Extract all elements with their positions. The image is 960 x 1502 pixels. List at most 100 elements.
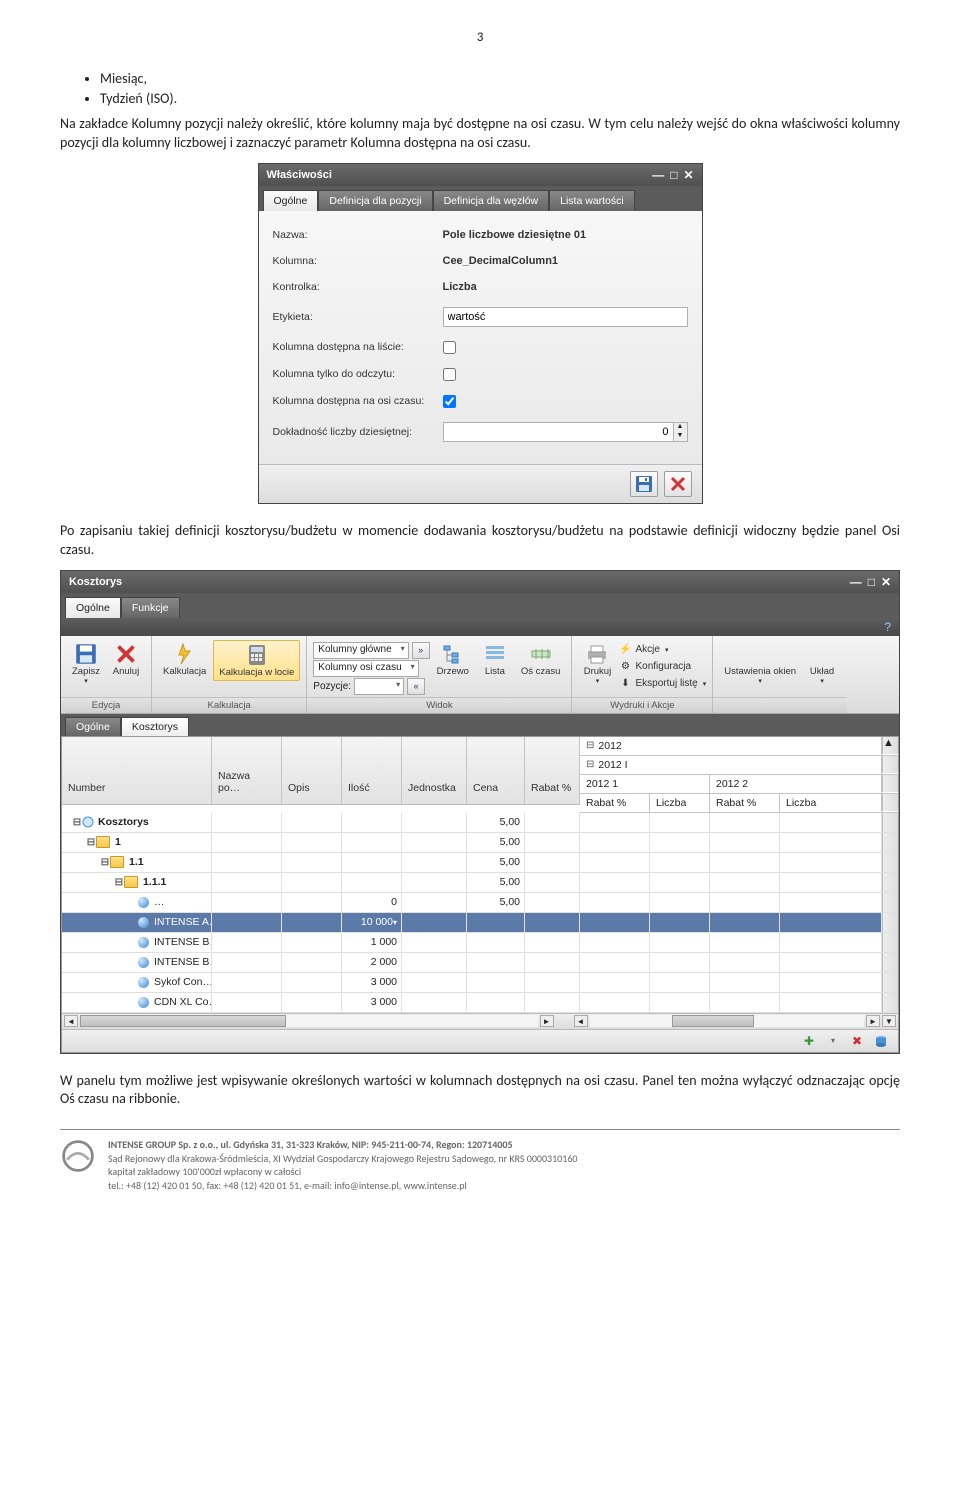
footer-line-1: INTENSE GROUP Sp. z o.o., ul. Gdyńska 31… xyxy=(108,1138,577,1152)
collapse-left-button[interactable]: « xyxy=(407,678,425,695)
subtab-ogolne[interactable]: Ogólne xyxy=(65,717,121,736)
col-r-liczba-1[interactable]: Liczba xyxy=(650,794,710,812)
checkbox-dost-osi[interactable] xyxy=(443,395,456,408)
spin-up-icon[interactable]: ▲ xyxy=(674,423,687,432)
label-dost-lista: Kolumna dostępna na liście: xyxy=(273,341,443,353)
footer-line-3: kapitał zakładowy 100'000zł wpłacony w c… xyxy=(108,1165,577,1179)
checkbox-tylko-odczyt[interactable] xyxy=(443,368,456,381)
drukuj-button[interactable]: Drukuj ▾ xyxy=(578,640,616,688)
list-icon xyxy=(484,643,506,665)
tab-definicja-wezlow[interactable]: Definicja dla węzłów xyxy=(433,190,550,211)
lista-button[interactable]: Lista xyxy=(476,640,514,679)
col-rabat[interactable]: Rabat % xyxy=(525,737,580,804)
scroll-down-icon[interactable]: ▼ xyxy=(882,1015,896,1027)
pozycje-combo[interactable] xyxy=(354,678,404,695)
cancel-button[interactable] xyxy=(664,471,692,497)
window-title: Kosztorys xyxy=(69,576,122,588)
maximize-icon[interactable]: □ xyxy=(670,168,677,182)
tab-ogolne[interactable]: Ogólne xyxy=(263,190,319,211)
gear-icon: ⚙ xyxy=(618,660,632,674)
timeline-icon xyxy=(530,643,552,665)
scroll-right-icon[interactable]: ► xyxy=(540,1015,554,1027)
table-row[interactable]: INTENSE B…1 000 xyxy=(62,933,898,953)
footer-line-4: tel.: +48 (12) 420 01 50, fax: +48 (12) … xyxy=(108,1179,577,1193)
col-r-rabat-1[interactable]: Rabat % xyxy=(580,794,650,812)
eksport-button[interactable]: ⬇Eksportuj listę▾ xyxy=(618,676,706,692)
ustawienia-okien-button[interactable]: Ustawienia okien ▾ xyxy=(719,640,801,688)
col-nazwa[interactable]: Nazwa po… xyxy=(212,737,282,804)
col-year[interactable]: 2012 xyxy=(580,737,882,755)
tree-icon xyxy=(442,643,464,665)
tab-lista-wartosci[interactable]: Lista wartości xyxy=(549,190,635,211)
table-row[interactable]: ⊟Kosztorys5,00 xyxy=(62,813,898,833)
kolumny-glowne-combo[interactable]: Kolumny główne xyxy=(313,642,408,659)
col-sub2[interactable]: 2012 2 xyxy=(710,775,882,793)
x-icon xyxy=(670,476,686,492)
value-kontrolka: Liczba xyxy=(443,281,688,293)
kalkulacja-button[interactable]: Kalkulacja xyxy=(158,640,211,679)
drzewo-button[interactable]: Drzewo xyxy=(432,640,474,679)
tab-funkcje[interactable]: Funkcje xyxy=(121,597,180,618)
spin-down-icon[interactable]: ▼ xyxy=(674,432,687,441)
akcje-button[interactable]: ⚡Akcje▾ xyxy=(618,642,706,658)
value-nazwa: Pole liczbowe dziesiętne 01 xyxy=(443,229,688,241)
col-r-liczba-2[interactable]: Liczba xyxy=(780,794,882,812)
table-row[interactable]: CDN XL Co…3 000 xyxy=(62,993,898,1013)
help-icon[interactable]: ? xyxy=(884,620,891,634)
scroll-left-icon[interactable]: ◄ xyxy=(574,1015,588,1027)
input-dokladnosc[interactable] xyxy=(443,422,674,442)
table-row[interactable]: ⊟1.1.15,00 xyxy=(62,873,898,893)
zapisz-button[interactable]: Zapisz ▾ xyxy=(67,640,105,688)
minimize-icon[interactable]: — xyxy=(652,168,664,182)
label-nazwa: Nazwa: xyxy=(273,229,443,241)
page-footer: INTENSE GROUP Sp. z o.o., ul. Gdyńska 31… xyxy=(60,1138,900,1192)
tab-ogolne[interactable]: Ogólne xyxy=(65,597,121,618)
os-czasu-button[interactable]: Oś czasu xyxy=(516,640,566,679)
col-ilosc[interactable]: Ilość xyxy=(342,737,402,804)
table-row[interactable]: ⊟15,00 xyxy=(62,833,898,853)
ribbon-group-widok: Kolumny główne» Kolumny osi czasu Pozycj… xyxy=(307,636,572,713)
main-tabs: Ogólne Funkcje xyxy=(61,593,899,618)
window-titlebar: Kosztorys — □ ✕ xyxy=(61,571,899,593)
table-row[interactable]: …05,00 xyxy=(62,893,898,913)
col-jednostka[interactable]: Jednostka xyxy=(402,737,467,804)
bullet-item: Miesiąc, xyxy=(100,70,900,87)
close-icon[interactable]: ✕ xyxy=(683,168,693,182)
label-dost-osi: Kolumna dostępna na osi czasu: xyxy=(273,395,443,407)
horizontal-scrollbar[interactable]: ◄ ► ◄ ► ▼ xyxy=(62,1013,898,1029)
save-button[interactable] xyxy=(630,471,658,497)
subtab-kosztorys[interactable]: Kosztorys xyxy=(121,717,189,736)
uklad-button[interactable]: Układ ▾ xyxy=(803,640,841,688)
col-opis[interactable]: Opis xyxy=(282,737,342,804)
col-sub1[interactable]: 2012 1 xyxy=(580,775,710,793)
col-number[interactable]: Number xyxy=(62,737,212,804)
expand-right-button[interactable]: » xyxy=(412,642,430,659)
minimize-icon[interactable]: — xyxy=(850,575,862,589)
export-icon: ⬇ xyxy=(618,677,632,691)
label-pozycje: Pozycje: xyxy=(313,681,351,692)
col-cena[interactable]: Cena xyxy=(467,737,525,804)
table-row[interactable]: ⊟1.15,00 xyxy=(62,853,898,873)
anuluj-button[interactable]: Anuluj xyxy=(107,640,145,679)
vscroll-up[interactable]: ▲ xyxy=(882,737,898,754)
table-row[interactable]: INTENSE B…2 000 xyxy=(62,953,898,973)
kolumny-osi-combo[interactable]: Kolumny osi czasu xyxy=(313,660,418,677)
maximize-icon[interactable]: □ xyxy=(868,575,875,589)
table-row[interactable]: Sykof Con…3 000 xyxy=(62,973,898,993)
db-icon[interactable] xyxy=(872,1033,890,1049)
grid-body: ⊟Kosztorys5,00⊟15,00⊟1.15,00⊟1.1.15,00…0… xyxy=(62,813,898,1013)
table-row[interactable]: INTENSE A…10 000 ▾ xyxy=(62,913,898,933)
input-etykieta[interactable] xyxy=(443,307,688,327)
scroll-right-icon[interactable]: ► xyxy=(866,1015,880,1027)
delete-icon[interactable]: ✖ xyxy=(848,1033,866,1049)
scroll-left-icon[interactable]: ◄ xyxy=(64,1015,78,1027)
close-icon[interactable]: ✕ xyxy=(881,575,891,589)
col-r-rabat-2[interactable]: Rabat % xyxy=(710,794,780,812)
tab-definicja-pozycji[interactable]: Definicja dla pozycji xyxy=(318,190,432,211)
col-period[interactable]: 2012 I xyxy=(580,756,882,774)
add-icon[interactable]: ✚ xyxy=(800,1033,818,1049)
konfiguracja-button[interactable]: ⚙Konfiguracja xyxy=(618,659,706,675)
checkbox-dost-lista[interactable] xyxy=(443,341,456,354)
kalkulacja-locie-button[interactable]: Kalkulacja w locie xyxy=(213,640,300,681)
properties-form: Nazwa: Pole liczbowe dziesiętne 01 Kolum… xyxy=(259,211,702,464)
